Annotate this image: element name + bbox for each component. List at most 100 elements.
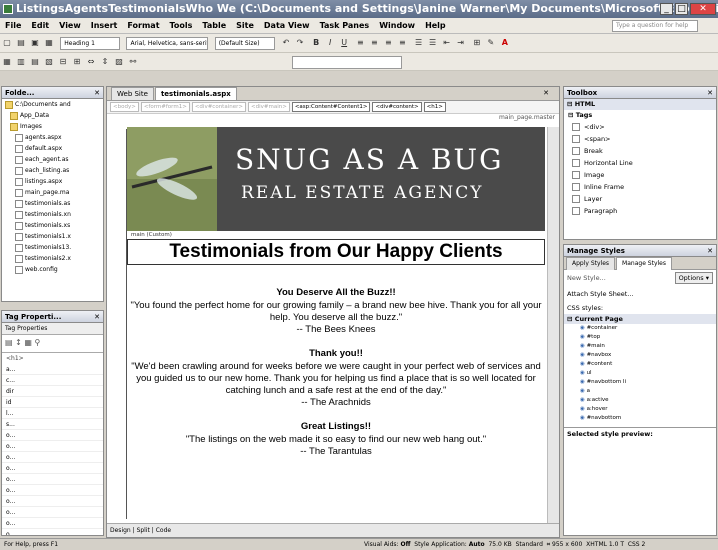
style-application-value[interactable]: Auto xyxy=(469,541,485,548)
property-row[interactable]: o... xyxy=(2,518,103,529)
testimonial-text[interactable]: "We'd been crawling around for weeks bef… xyxy=(127,361,545,397)
outdent-icon[interactable]: ⇤ xyxy=(441,37,453,49)
menu-insert[interactable]: Insert xyxy=(86,18,123,34)
layout-table-icon[interactable]: ▦ xyxy=(1,56,13,68)
link-icon[interactable]: ⚯ xyxy=(127,56,139,68)
testimonial-text[interactable]: "You found the perfect home for our grow… xyxy=(127,300,545,324)
undo-icon[interactable]: ↶ xyxy=(280,37,292,49)
code-view-button[interactable]: Code xyxy=(156,527,171,534)
save-icon[interactable]: ▣ xyxy=(29,37,41,49)
property-row[interactable]: o... xyxy=(2,496,103,507)
property-row[interactable]: o... xyxy=(2,452,103,463)
breadcrumb-tag[interactable]: <h1> xyxy=(423,102,446,112)
testimonial-title[interactable]: Thank you!! xyxy=(127,348,545,359)
size-select[interactable]: (Default Size) xyxy=(214,37,275,50)
close-document-icon[interactable]: ✕ xyxy=(538,87,554,100)
tag-panel-tab[interactable]: Tag Properties xyxy=(2,323,103,335)
tab-manage-styles[interactable]: Manage Styles xyxy=(616,257,672,270)
file-item[interactable]: web.config xyxy=(2,264,103,275)
property-row[interactable]: o... xyxy=(2,430,103,441)
file-item[interactable]: testimonials.as xyxy=(2,198,103,209)
breadcrumb-tag[interactable]: <div#main> xyxy=(247,102,290,112)
menu-format[interactable]: Format xyxy=(122,18,164,34)
file-item[interactable]: main_page.ma xyxy=(2,187,103,198)
toolbox-item[interactable]: Inline Frame xyxy=(564,181,716,193)
merge-icon[interactable]: ⊟ xyxy=(57,56,69,68)
menu-table[interactable]: Table xyxy=(197,18,231,34)
menu-task-panes[interactable]: Task Panes xyxy=(315,18,375,34)
style-item[interactable]: ◉ a:active xyxy=(564,396,716,405)
page-heading[interactable]: Testimonials from Our Happy Clients xyxy=(127,239,545,265)
help-search-input[interactable]: Type a question for help xyxy=(612,20,698,32)
font-color-icon[interactable]: A xyxy=(499,37,511,49)
property-row[interactable]: o... xyxy=(2,507,103,518)
testimonial-author[interactable]: -- The Arachnids xyxy=(127,397,545,409)
distribute-icon[interactable]: ⇔ xyxy=(85,56,97,68)
property-row[interactable]: s... xyxy=(2,419,103,430)
publish-icon[interactable]: ▦ xyxy=(43,37,55,49)
column-icon[interactable]: ▧ xyxy=(43,56,55,68)
toolbox-section-html[interactable]: ⊟ HTML xyxy=(564,99,716,110)
filter-icon[interactable]: ⚲ xyxy=(34,338,40,347)
style-item[interactable]: ◉ ul xyxy=(564,369,716,378)
style-item[interactable]: ◉ #top xyxy=(564,333,716,342)
property-row[interactable]: a... xyxy=(2,364,103,375)
close-icon[interactable]: ✕ xyxy=(707,245,713,256)
vertical-scrollbar[interactable] xyxy=(547,127,559,523)
borders-icon[interactable]: ⊞ xyxy=(471,37,483,49)
property-row[interactable]: c... xyxy=(2,375,103,386)
autofit-icon[interactable]: ⇕ xyxy=(99,56,111,68)
current-page-group[interactable]: ⊟ Current Page xyxy=(564,314,716,324)
style-item[interactable]: ◉ #main xyxy=(564,342,716,351)
options-button[interactable]: Options ▾ xyxy=(674,272,713,284)
file-item[interactable]: listings.aspx xyxy=(2,176,103,187)
testimonial-title[interactable]: Great Listings!! xyxy=(127,421,545,432)
style-item[interactable]: ◉ #content xyxy=(564,360,716,369)
align-center-icon[interactable]: ≡ xyxy=(368,37,380,49)
align-left-icon[interactable]: ≡ xyxy=(354,37,366,49)
close-icon[interactable]: ✕ xyxy=(690,3,716,15)
toolbox-item[interactable]: Layer xyxy=(564,193,716,205)
menu-tools[interactable]: Tools xyxy=(165,18,198,34)
menu-data-view[interactable]: Data View xyxy=(259,18,315,34)
underline-icon[interactable]: U xyxy=(338,37,350,49)
property-row[interactable]: o... xyxy=(2,529,103,535)
menu-help[interactable]: Help xyxy=(420,18,451,34)
sort-icon[interactable]: ↕ xyxy=(15,338,22,347)
menu-view[interactable]: View xyxy=(54,18,86,34)
menu-edit[interactable]: Edit xyxy=(26,18,54,34)
indent-icon[interactable]: ⇥ xyxy=(455,37,467,49)
file-item[interactable]: testimonials.xs xyxy=(2,220,103,231)
attach-style-sheet-link[interactable]: Attach Style Sheet... xyxy=(564,288,716,300)
style-item[interactable]: ◉ #navbottom xyxy=(564,414,716,423)
bold-icon[interactable]: B xyxy=(310,37,322,49)
show-set-icon[interactable]: ▦ xyxy=(24,338,32,347)
toolbox-item[interactable]: Break xyxy=(564,145,716,157)
design-view[interactable]: SNUG AS A BUG REAL ESTATE AGENCY main (C… xyxy=(127,127,545,527)
file-item[interactable]: testimonials2.x xyxy=(2,253,103,264)
tab-testimonials[interactable]: testimonials.aspx xyxy=(154,87,237,100)
testimonial-author[interactable]: -- The Bees Knees xyxy=(127,324,545,336)
close-icon[interactable]: ✕ xyxy=(707,87,713,98)
toolbox-item[interactable]: Horizontal Line xyxy=(564,157,716,169)
style-item[interactable]: ◉ a xyxy=(564,387,716,396)
categorized-icon[interactable]: ▤ xyxy=(5,338,13,347)
design-view-button[interactable]: Design xyxy=(110,527,131,534)
folder-item[interactable]: App_Data xyxy=(2,110,103,121)
italic-icon[interactable]: I xyxy=(324,37,336,49)
file-item[interactable]: agents.aspx xyxy=(2,132,103,143)
tab-web-site[interactable]: Web Site xyxy=(111,87,154,100)
breadcrumb-tag[interactable]: <asp:Content#Content1> xyxy=(291,102,371,112)
toolbox-item[interactable]: <div> xyxy=(564,121,716,133)
toolbox-group-tags[interactable]: ⊟ Tags xyxy=(564,110,716,121)
highlight-icon[interactable]: ✎ xyxy=(485,37,497,49)
property-row[interactable]: o... xyxy=(2,463,103,474)
breadcrumb-tag[interactable]: <body> xyxy=(110,102,139,112)
breadcrumb-tag[interactable]: <div#content> xyxy=(372,102,422,112)
toolbar-combo[interactable] xyxy=(292,56,403,69)
testimonial-text[interactable]: "The listings on the web made it so easy… xyxy=(127,434,545,446)
property-row[interactable]: dir xyxy=(2,386,103,397)
breadcrumb-tag[interactable]: <form#form1> xyxy=(140,102,190,112)
cell-icon[interactable]: ▥ xyxy=(15,56,27,68)
css-version[interactable]: CSS 2 xyxy=(628,541,646,548)
